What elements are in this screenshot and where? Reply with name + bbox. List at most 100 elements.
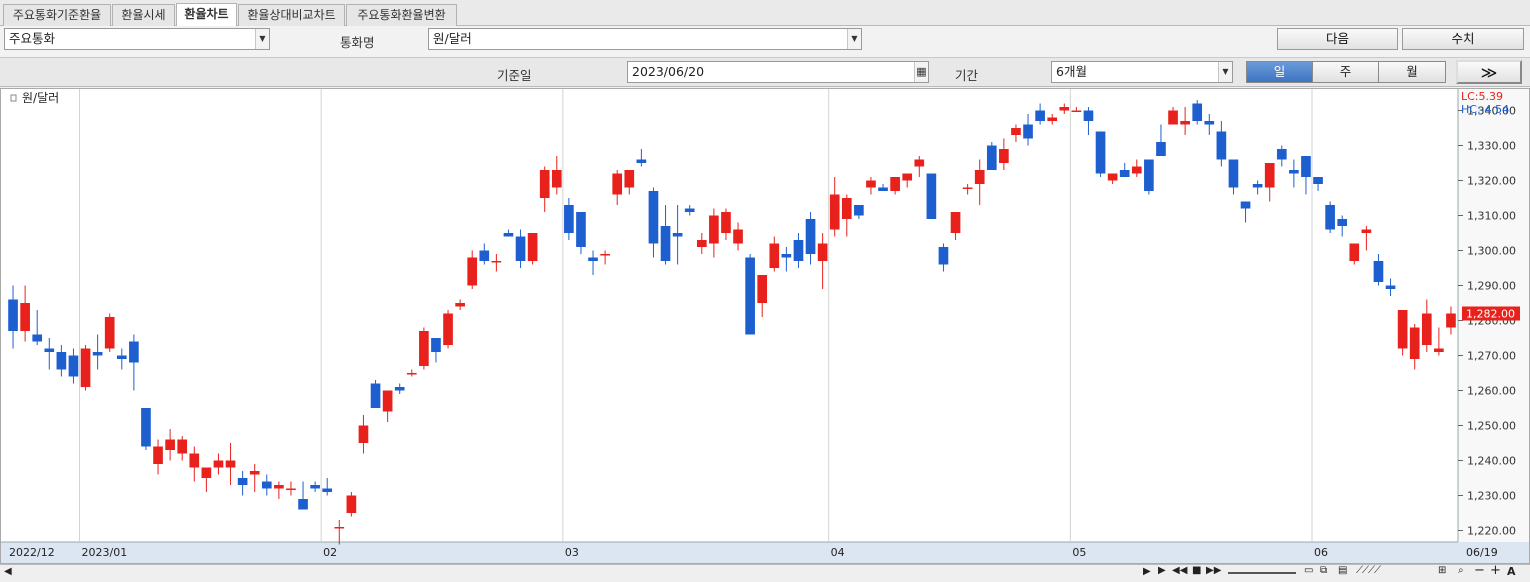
y-tick-label: 1,320.00 [1467,175,1516,188]
candle [1289,170,1299,174]
x-axis-label: 04 [831,546,845,559]
period-select[interactable]: 6개월 ▼ [1051,61,1233,83]
auto-scale-icon[interactable]: A [1507,565,1516,580]
candle [237,478,248,485]
interval-month-button[interactable]: 월 [1378,61,1446,83]
y-tick-label: 1,230.00 [1467,490,1516,503]
chart-title: 원/달러 [22,91,59,105]
candle [419,331,429,366]
candle [866,180,876,188]
interval-day-button[interactable]: 일 [1246,61,1313,83]
candle [914,159,925,167]
currency-name-label: 통화명 [340,35,375,50]
chart-area[interactable]: 1,340.00 1,330.00 1,320.00 1,310.00 1,300.00… [0,88,1530,564]
base-date-input[interactable]: 2023/06/20 ▦ [627,61,929,83]
candle [890,177,900,191]
candle [443,313,453,345]
candle [950,212,961,233]
candle [1373,261,1384,282]
x-axis-label: 06/19 [1466,546,1498,559]
y-tick-label: 1,300.00 [1467,245,1516,258]
candle [455,303,465,307]
currency-group-select[interactable]: 주요통화 ▼ [4,28,270,50]
legend-lc: LC:5.39 [1461,90,1503,103]
tab-exchange-chart[interactable]: 환율차트 [176,3,237,26]
candle [141,408,151,447]
candlestick-chart[interactable]: 1,340.001,330.001,320.001,310.001,300.00… [1,89,1529,563]
windows-icon[interactable]: ⧉ [1320,565,1327,580]
candle [1071,110,1082,112]
candle [213,460,224,468]
tab-major-currency-rate[interactable]: 주요통화기준환율 [3,4,111,26]
candle [878,187,888,191]
zoom-search-icon[interactable]: ⌕ [1458,565,1464,580]
window-icon[interactable]: ▭ [1304,565,1313,580]
candle [322,488,333,492]
candle [1144,159,1154,191]
candle [298,499,308,510]
horizontal-scrollbar[interactable]: ◀ ▶ [0,564,1530,582]
candle [1192,103,1203,121]
candle [636,159,647,163]
tab-exchange-quotes[interactable]: 환율시세 [112,4,175,26]
line-tool-icon[interactable]: ⟋⟋⟋⟋ [1356,565,1381,580]
base-date-value: 2023/06/20 [632,64,705,79]
candle [1119,170,1130,177]
candle [696,240,707,247]
export-icon[interactable]: ⊞ [1438,565,1446,580]
candle [80,348,91,387]
play-icon[interactable]: ▶ [1158,565,1166,580]
candle [1095,131,1106,174]
candle [1446,313,1456,328]
rewind-icon[interactable]: ◀◀ [1172,565,1187,580]
chevron-down-icon[interactable]: ▼ [255,29,269,49]
chevron-down-icon[interactable]: ▼ [847,29,861,49]
candle [539,170,550,198]
interval-week-button[interactable]: 주 [1312,61,1379,83]
go-button[interactable]: ≫ [1456,60,1522,84]
calendar-icon[interactable]: ▦ [914,62,928,82]
stop-icon[interactable]: ■ [1192,565,1201,580]
zoom-out-icon[interactable]: − [1474,563,1485,578]
numeric-button[interactable]: 수치 [1402,28,1524,50]
zoom-in-icon[interactable]: + [1490,563,1501,578]
y-tick-label: 1,260.00 [1467,385,1516,398]
candle [261,481,272,489]
candle [1337,219,1348,226]
candle [1180,121,1190,125]
candle [1240,201,1251,209]
next-button[interactable]: 다음 [1277,28,1398,50]
candle [733,229,743,244]
candle [1228,159,1239,188]
candle [769,243,780,268]
candle [829,194,840,230]
candle [1385,285,1396,289]
fast-forward-icon[interactable]: ▶▶ [1206,565,1221,580]
legend-hc: HC:-4.54 [1461,103,1509,116]
zoom-slider[interactable] [1228,572,1296,574]
candle [515,236,526,261]
tab-currency-converter[interactable]: 주요통화환율변환 [346,4,457,26]
tab-relative-compare-chart[interactable]: 환율상대비교차트 [238,4,345,26]
candle [841,198,852,219]
candle [1421,313,1432,345]
candle [1059,107,1070,111]
candle [116,355,127,359]
currency-name-select[interactable]: 원/달러 ▼ [428,28,862,50]
layout-icon[interactable]: ▤ [1338,565,1347,580]
candle [1168,110,1178,125]
scroll-right-icon[interactable]: ▶ [1143,566,1151,577]
candle [467,257,478,286]
scroll-left-icon[interactable]: ◀ [4,566,12,577]
y-tick-label: 1,310.00 [1467,210,1516,223]
candle [660,226,671,261]
chevron-down-icon[interactable]: ▼ [1218,62,1232,82]
candle [527,233,538,261]
x-axis-label: 2023/01 [82,546,128,559]
candle [962,187,973,189]
candle [201,467,212,478]
candle [274,485,284,489]
candle [1023,124,1033,139]
candle [104,317,115,349]
candle [394,387,405,391]
